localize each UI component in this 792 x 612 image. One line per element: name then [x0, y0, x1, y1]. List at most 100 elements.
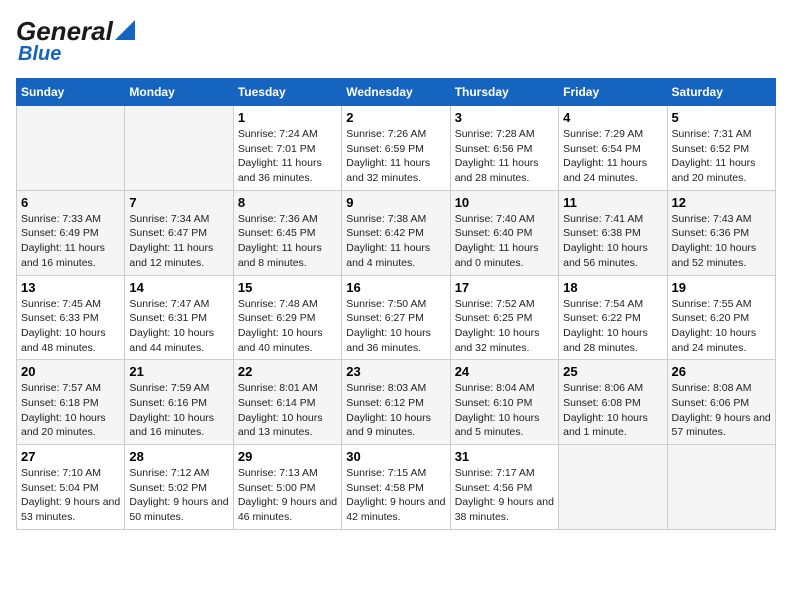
calendar-cell: 24 Sunrise: 8:04 AMSunset: 6:10 PMDayligh…	[450, 360, 558, 445]
day-number: 16	[346, 280, 445, 295]
calendar-cell: 30 Sunrise: 7:15 AMSunset: 4:58 PMDayligh…	[342, 445, 450, 530]
day-number: 29	[238, 449, 337, 464]
day-header-friday: Friday	[559, 79, 667, 106]
calendar-cell: 25Sunrise: 8:06 AMSunset: 6:08 PMDayligh…	[559, 360, 667, 445]
day-info: Sunrise: 7:24 AMSunset: 7:01 PMDaylight:…	[238, 127, 337, 186]
day-info: Sunrise: 7:47 AMSunset: 6:31 PMDaylight:…	[129, 297, 228, 356]
day-info: Sunrise: 7:55 AMSunset: 6:20 PMDaylight:…	[672, 297, 771, 356]
day-number: 18	[563, 280, 662, 295]
day-number: 20	[21, 364, 120, 379]
day-number: 11	[563, 195, 662, 210]
day-info: Sunrise: 7:10 AMSunset: 5:04 PMDaylight:…	[21, 466, 120, 525]
day-number: 12	[672, 195, 771, 210]
day-header-sunday: Sunday	[17, 79, 125, 106]
day-info: Sunrise: 7:26 AMSunset: 6:59 PMDaylight:…	[346, 127, 445, 186]
day-number: 27	[21, 449, 120, 464]
week-row-2: 6 Sunrise: 7:33 AMSunset: 6:49 PMDaylight…	[17, 190, 776, 275]
day-number: 8	[238, 195, 337, 210]
calendar-cell: 15 Sunrise: 7:48 AMSunset: 6:29 PMDayligh…	[233, 275, 341, 360]
calendar-cell: 2 Sunrise: 7:26 AMSunset: 6:59 PMDaylight…	[342, 106, 450, 191]
day-info: Sunrise: 7:40 AMSunset: 6:40 PMDaylight:…	[455, 212, 554, 271]
day-number: 13	[21, 280, 120, 295]
day-info: Sunrise: 8:08 AMSunset: 6:06 PMDaylight:…	[672, 381, 771, 440]
calendar-cell: 3 Sunrise: 7:28 AMSunset: 6:56 PMDaylight…	[450, 106, 558, 191]
calendar-cell: 13Sunrise: 7:45 AMSunset: 6:33 PMDayligh…	[17, 275, 125, 360]
day-info: Sunrise: 7:48 AMSunset: 6:29 PMDaylight:…	[238, 297, 337, 356]
day-info: Sunrise: 7:41 AMSunset: 6:38 PMDaylight:…	[563, 212, 662, 271]
calendar-cell: 1 Sunrise: 7:24 AMSunset: 7:01 PMDaylight…	[233, 106, 341, 191]
day-info: Sunrise: 7:31 AMSunset: 6:52 PMDaylight:…	[672, 127, 771, 186]
calendar-cell: 14 Sunrise: 7:47 AMSunset: 6:31 PMDayligh…	[125, 275, 233, 360]
calendar-cell	[125, 106, 233, 191]
day-info: Sunrise: 7:17 AMSunset: 4:56 PMDaylight:…	[455, 466, 554, 525]
calendar-cell: 22 Sunrise: 8:01 AMSunset: 6:14 PMDayligh…	[233, 360, 341, 445]
day-header-tuesday: Tuesday	[233, 79, 341, 106]
day-number: 22	[238, 364, 337, 379]
day-header-wednesday: Wednesday	[342, 79, 450, 106]
day-number: 21	[129, 364, 228, 379]
day-number: 7	[129, 195, 228, 210]
day-info: Sunrise: 7:59 AMSunset: 6:16 PMDaylight:…	[129, 381, 228, 440]
day-number: 2	[346, 110, 445, 125]
day-number: 19	[672, 280, 771, 295]
week-row-4: 20Sunrise: 7:57 AMSunset: 6:18 PMDayligh…	[17, 360, 776, 445]
day-number: 10	[455, 195, 554, 210]
calendar-cell: 21 Sunrise: 7:59 AMSunset: 6:16 PMDayligh…	[125, 360, 233, 445]
day-number: 24	[455, 364, 554, 379]
day-info: Sunrise: 7:38 AMSunset: 6:42 PMDaylight:…	[346, 212, 445, 271]
day-info: Sunrise: 7:52 AMSunset: 6:25 PMDaylight:…	[455, 297, 554, 356]
day-number: 31	[455, 449, 554, 464]
calendar-cell: 16 Sunrise: 7:50 AMSunset: 6:27 PMDayligh…	[342, 275, 450, 360]
calendar-cell	[667, 445, 775, 530]
day-header-saturday: Saturday	[667, 79, 775, 106]
day-header-thursday: Thursday	[450, 79, 558, 106]
day-info: Sunrise: 8:03 AMSunset: 6:12 PMDaylight:…	[346, 381, 445, 440]
day-number: 6	[21, 195, 120, 210]
day-info: Sunrise: 7:36 AMSunset: 6:45 PMDaylight:…	[238, 212, 337, 271]
calendar-cell: 7 Sunrise: 7:34 AMSunset: 6:47 PMDaylight…	[125, 190, 233, 275]
calendar-cell: 12 Sunrise: 7:43 AMSunset: 6:36 PMDayligh…	[667, 190, 775, 275]
calendar-cell: 26 Sunrise: 8:08 AMSunset: 6:06 PMDayligh…	[667, 360, 775, 445]
calendar-cell: 9 Sunrise: 7:38 AMSunset: 6:42 PMDaylight…	[342, 190, 450, 275]
day-info: Sunrise: 7:33 AMSunset: 6:49 PMDaylight:…	[21, 212, 120, 271]
week-row-1: 1 Sunrise: 7:24 AMSunset: 7:01 PMDaylight…	[17, 106, 776, 191]
calendar-cell: 29 Sunrise: 7:13 AMSunset: 5:00 PMDayligh…	[233, 445, 341, 530]
day-info: Sunrise: 8:04 AMSunset: 6:10 PMDaylight:…	[455, 381, 554, 440]
week-row-3: 13Sunrise: 7:45 AMSunset: 6:33 PMDayligh…	[17, 275, 776, 360]
calendar-cell: 8 Sunrise: 7:36 AMSunset: 6:45 PMDaylight…	[233, 190, 341, 275]
day-info: Sunrise: 7:43 AMSunset: 6:36 PMDaylight:…	[672, 212, 771, 271]
calendar-cell: 4Sunrise: 7:29 AMSunset: 6:54 PMDaylight…	[559, 106, 667, 191]
calendar-table: SundayMondayTuesdayWednesdayThursdayFrid…	[16, 78, 776, 530]
logo-blue: Blue	[18, 43, 61, 66]
day-number: 1	[238, 110, 337, 125]
day-number: 23	[346, 364, 445, 379]
calendar-cell: 18 Sunrise: 7:54 AMSunset: 6:22 PMDayligh…	[559, 275, 667, 360]
day-info: Sunrise: 7:29 AMSunset: 6:54 PMDaylight:…	[563, 127, 662, 186]
day-number: 15	[238, 280, 337, 295]
day-info: Sunrise: 7:28 AMSunset: 6:56 PMDaylight:…	[455, 127, 554, 186]
calendar-cell: 5Sunrise: 7:31 AMSunset: 6:52 PMDaylight…	[667, 106, 775, 191]
day-number: 28	[129, 449, 228, 464]
calendar-cell: 27 Sunrise: 7:10 AMSunset: 5:04 PMDayligh…	[17, 445, 125, 530]
day-info: Sunrise: 7:34 AMSunset: 6:47 PMDaylight:…	[129, 212, 228, 271]
day-number: 17	[455, 280, 554, 295]
calendar-cell: 28Sunrise: 7:12 AMSunset: 5:02 PMDayligh…	[125, 445, 233, 530]
day-info: Sunrise: 7:15 AMSunset: 4:58 PMDaylight:…	[346, 466, 445, 525]
calendar-cell: 6 Sunrise: 7:33 AMSunset: 6:49 PMDaylight…	[17, 190, 125, 275]
calendar-cell	[559, 445, 667, 530]
day-number: 25	[563, 364, 662, 379]
logo-arrow-icon	[115, 20, 135, 40]
day-number: 9	[346, 195, 445, 210]
day-number: 3	[455, 110, 554, 125]
week-row-5: 27 Sunrise: 7:10 AMSunset: 5:04 PMDayligh…	[17, 445, 776, 530]
day-number: 26	[672, 364, 771, 379]
day-info: Sunrise: 7:50 AMSunset: 6:27 PMDaylight:…	[346, 297, 445, 356]
calendar-cell: 10 Sunrise: 7:40 AMSunset: 6:40 PMDayligh…	[450, 190, 558, 275]
day-info: Sunrise: 8:01 AMSunset: 6:14 PMDaylight:…	[238, 381, 337, 440]
day-info: Sunrise: 7:54 AMSunset: 6:22 PMDaylight:…	[563, 297, 662, 356]
day-info: Sunrise: 7:13 AMSunset: 5:00 PMDaylight:…	[238, 466, 337, 525]
day-number: 14	[129, 280, 228, 295]
calendar-cell: 31 Sunrise: 7:17 AMSunset: 4:56 PMDayligh…	[450, 445, 558, 530]
calendar-cell: 19 Sunrise: 7:55 AMSunset: 6:20 PMDayligh…	[667, 275, 775, 360]
day-number: 30	[346, 449, 445, 464]
